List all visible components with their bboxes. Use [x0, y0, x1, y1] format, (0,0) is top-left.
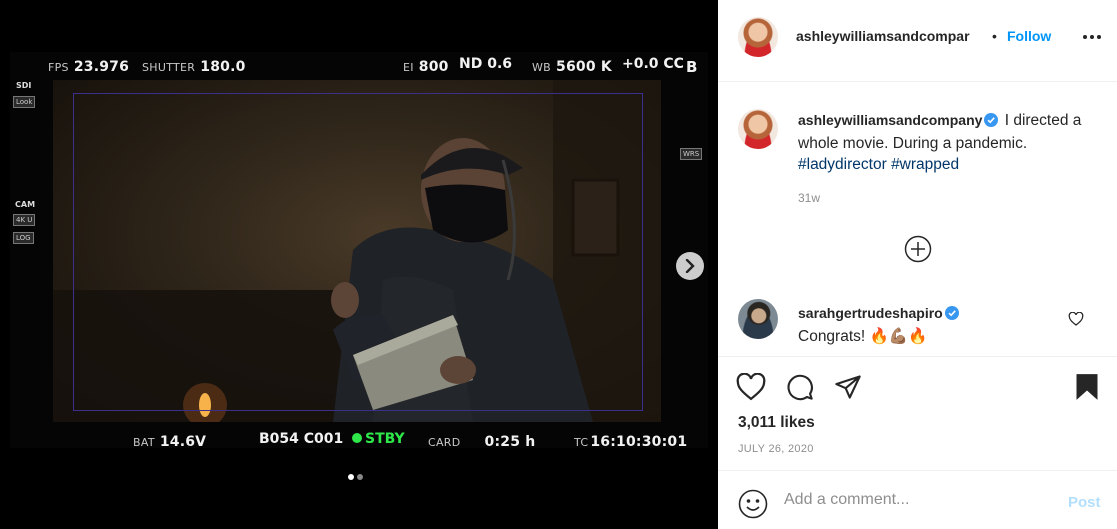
comment-username[interactable]: sarahgertrudeshapiro	[798, 305, 943, 321]
hud-ei-value: 800	[418, 59, 449, 75]
post-media: FPS 23.976 SHUTTER 180.0 EI 800 ND 0.6 WB 56…	[0, 0, 718, 529]
hud-standby-label: STBY	[365, 431, 405, 447]
hud-fps-value: 23.976	[73, 59, 130, 75]
verified-badge-icon	[944, 305, 959, 326]
paper-plane-icon	[835, 375, 861, 399]
carousel-dot-active	[348, 474, 354, 480]
photo-frame	[53, 80, 661, 422]
comment: sarahgertrudeshapiro Congrats! 🔥💪🏽🔥	[798, 303, 961, 347]
verified-badge-icon	[984, 112, 999, 133]
hud-cam-label: CAM	[15, 200, 36, 209]
more-horizontal-icon	[1083, 35, 1101, 39]
hud-fps: FPS 23.976	[48, 56, 129, 75]
hud-log-tag: LOG	[13, 232, 34, 244]
hud-wrs-tag: WRS	[680, 148, 703, 160]
owner-avatar[interactable]	[738, 17, 778, 57]
hud-fps-label: FPS	[48, 61, 69, 74]
comment-like-button[interactable]	[1068, 311, 1084, 331]
hud-wb: WB 5600 K	[532, 56, 612, 75]
share-button[interactable]	[833, 373, 863, 406]
comment-button[interactable]	[786, 373, 814, 406]
hud-battery-value: 14.6V	[159, 434, 207, 450]
hud-timecode-value: 16:10:30:01	[590, 434, 688, 450]
hud-shutter: SHUTTER 180.0	[142, 56, 246, 75]
follow-button[interactable]: Follow	[1007, 28, 1051, 44]
hud-battery-label: BAT	[133, 436, 155, 449]
hud-standby: STBY	[352, 431, 405, 447]
standby-indicator-icon	[352, 433, 362, 443]
plus-circle-icon	[904, 235, 932, 263]
hud-nd: ND 0.6	[459, 56, 513, 72]
save-button[interactable]	[1074, 373, 1100, 406]
load-more-comments-button[interactable]	[904, 235, 932, 268]
hud-card-value: 0:25 h	[484, 434, 536, 450]
post-actions: 3,011 likes JULY 26, 2020	[718, 356, 1117, 472]
post-date[interactable]: JULY 26, 2020	[738, 443, 814, 455]
caption-avatar[interactable]	[738, 109, 778, 149]
comment-bubble-icon	[787, 374, 813, 401]
post-details-panel: ashleywilliamsandcompar • Follow ashleyw…	[718, 0, 1117, 529]
carousel-indicator	[348, 467, 366, 485]
hud-card: CARD 0:25 h	[428, 431, 535, 450]
hud-battery: BAT 14.6V	[133, 431, 206, 450]
emoji-button[interactable]	[738, 489, 768, 524]
caption-timestamp[interactable]: 31w	[798, 191, 820, 205]
hud-timecode-label: TC	[574, 436, 589, 449]
hud-cc: +0.0 CC	[622, 56, 684, 72]
add-comment-bar: Post	[718, 470, 1117, 529]
hud-clip: B054 C001	[259, 431, 344, 447]
post-caption: ashleywilliamsandcompany I directed a wh…	[798, 110, 1088, 175]
likes-count[interactable]: 3,011 likes	[738, 414, 815, 432]
hud-camera-letter: B	[686, 58, 698, 76]
bookmark-filled-icon	[1076, 374, 1098, 400]
hashtag-link[interactable]: #ladydirector	[798, 156, 887, 173]
hud-wb-label: WB	[532, 61, 552, 74]
frame-guide-overlay	[73, 93, 643, 411]
carousel-next-button[interactable]	[676, 252, 704, 280]
carousel-dot	[357, 474, 363, 480]
hud-wb-value: 5600 K	[556, 59, 612, 75]
hud-shutter-label: SHUTTER	[142, 61, 196, 74]
caption-username[interactable]: ashleywilliamsandcompany	[798, 112, 982, 128]
more-options-button[interactable]	[1082, 26, 1102, 51]
camera-monitor-image: FPS 23.976 SHUTTER 180.0 EI 800 ND 0.6 WB 56…	[10, 52, 708, 450]
hud-resolution-tag: 4K U	[13, 214, 36, 226]
post-header: ashleywilliamsandcompar • Follow	[718, 0, 1117, 82]
hud-card-label: CARD	[428, 436, 461, 449]
commenter-avatar[interactable]	[738, 299, 778, 339]
chevron-right-icon	[685, 259, 695, 273]
header-separator: •	[992, 28, 997, 44]
hud-shutter-value: 180.0	[200, 59, 246, 75]
heart-icon	[1068, 311, 1084, 326]
heart-icon	[736, 372, 766, 401]
hud-ei: EI 800	[403, 56, 449, 75]
smiley-icon	[738, 489, 768, 519]
comment-input[interactable]	[784, 488, 1044, 512]
like-button[interactable]	[736, 372, 766, 406]
hud-sdi-label: SDI	[16, 81, 32, 90]
hashtag-link[interactable]: #wrapped	[891, 156, 959, 173]
header-username[interactable]: ashleywilliamsandcompar	[796, 28, 970, 44]
comment-text: Congrats! 🔥💪🏽🔥	[798, 328, 928, 345]
post-comment-button[interactable]: Post	[1068, 494, 1101, 511]
hud-look-tag: Look	[13, 96, 36, 108]
hud-timecode: TC 16:10:30:01	[574, 431, 687, 450]
hud-ei-label: EI	[403, 61, 414, 74]
